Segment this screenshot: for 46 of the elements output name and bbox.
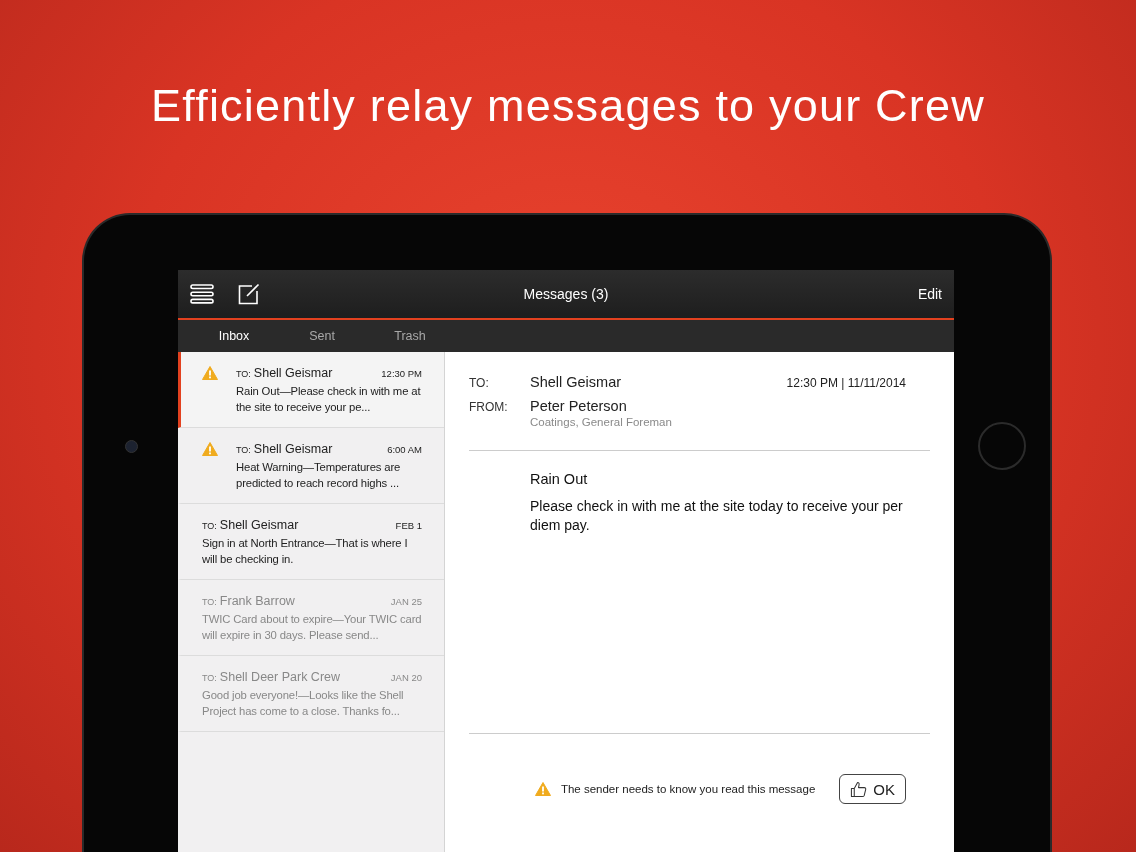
toolbar-title: Messages (3) <box>522 286 610 302</box>
tab[interactable]: Inbox <box>190 320 278 352</box>
menu-icon[interactable] <box>190 284 214 304</box>
warning-icon <box>202 366 218 380</box>
message-item[interactable]: TO: Shell Geismar 12:30 PM Rain Out—Please check in with me at the site to receive your pe... <box>178 352 444 428</box>
thumbs-up-icon <box>850 780 868 798</box>
message-time: JAN 25 <box>390 596 422 607</box>
ok-button[interactable]: OK <box>839 774 906 804</box>
recipient: Shell Geismar <box>219 518 299 532</box>
message-time: JAN 20 <box>390 672 422 683</box>
message-item[interactable]: TO: Shell Geismar FEB 1 Sign in at North Entrance—That is where I will be checking in. <box>178 504 444 580</box>
to-label: TO: <box>236 369 251 379</box>
message-preview: Good job everyone!—Looks like the Shell Project has come to a close. Thanks fo... <box>202 688 405 719</box>
message-time: FEB 1 <box>395 520 422 531</box>
headline: Efficiently relay messages to your Crew <box>151 80 985 132</box>
to-label: TO: <box>202 673 217 683</box>
warning-icon <box>202 442 218 456</box>
sender: Peter Peterson <box>530 398 628 414</box>
from-label: FROM: <box>469 399 509 414</box>
sender-role: Coatings, General Foreman <box>530 416 672 428</box>
message-body: Please check in with me at the site today to receive your per diem pay. <box>530 497 904 535</box>
recipient: Shell Geismar <box>253 366 333 380</box>
tab[interactable]: Sent <box>278 320 366 352</box>
recipient: Shell Geismar <box>253 442 333 456</box>
message-preview: Sign in at North Entrance—That is where I will be checking in. <box>202 536 409 567</box>
message-preview: Heat Warning—Temperatures are predicted to reach record highs ... <box>236 460 402 491</box>
message-time: 12:30 PM <box>381 368 422 379</box>
read-receipt-notice: The sender needs to know you read this message <box>560 783 816 795</box>
message-time: 6:00 AM <box>387 444 422 455</box>
message-preview: TWIC Card about to expire—Your TWIC card will expire in 30 days. Please send... <box>202 612 422 643</box>
timestamp: 12:30 PM | 11/11/2014 <box>786 375 906 390</box>
message-item[interactable]: TO: Shell Geismar 6:00 AM Heat Warning—Temperatures are predicted to reach record highs ... <box>178 428 444 504</box>
camera-icon <box>124 439 138 453</box>
edit-button[interactable]: Edit <box>917 286 942 302</box>
warning-icon <box>534 782 551 796</box>
tab[interactable]: Trash <box>366 320 454 352</box>
message-preview: Rain Out—Please check in with me at the site to receive your pe... <box>236 384 422 415</box>
to-label: TO: <box>236 445 251 455</box>
to-label: TO: <box>202 521 217 531</box>
to-label: TO: <box>202 597 217 607</box>
to-label: TO: <box>469 375 490 390</box>
compose-icon[interactable] <box>238 283 260 305</box>
recipient: Frank Barrow <box>219 594 295 608</box>
recipient: Shell Deer Park Crew <box>219 670 341 684</box>
message-subject: Rain Out <box>530 471 588 487</box>
recipient: Shell Geismar <box>530 374 622 390</box>
